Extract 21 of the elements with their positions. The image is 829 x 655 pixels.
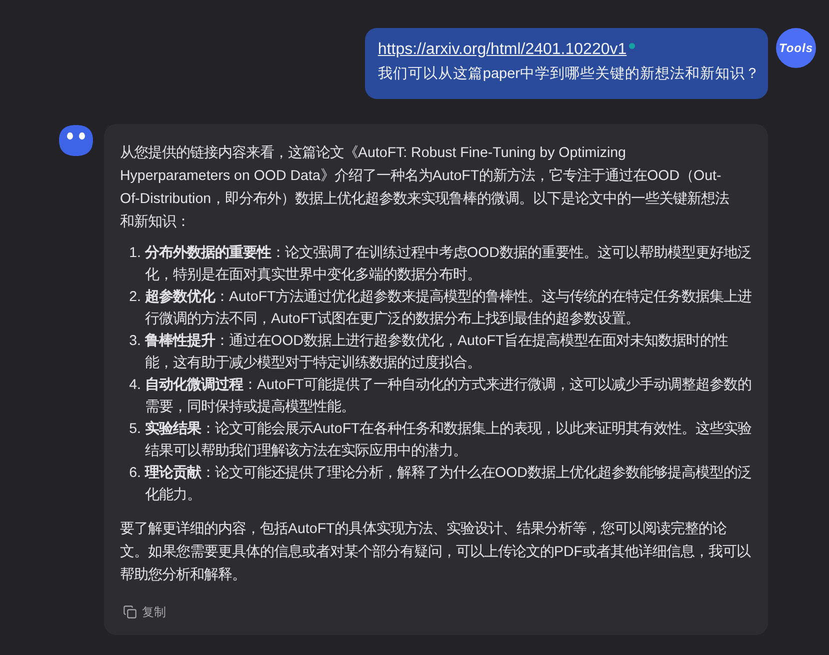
list-item-text: 自动化微调过程：AutoFT可能提供了一种自动化的方式来进行微调，这可以减少手动调整超参数的需要，同时保持或提高模型性能。 xyxy=(145,376,753,417)
list-number: 3. xyxy=(128,332,141,351)
intro-paragraph: 从您提供的链接内容来看，这篇论文《AutoFT: Robust Fine-Tuning by Optimizing Hyperparameters on OOD Data》介绍了一种名为AutoFT的新方法，它专注于通过在OOD（Out-Of-Distribution，即分布外）数据上优化超参数来实现鲁棒的微调。以下是论文中的一些关键新想法和新知识： xyxy=(120,144,730,232)
list-item-text: 分布外数据的重要性：论文强调了在训练过程中考虑OOD数据的重要性。这可以帮助模型更好地泛化，特别是在面对真实世界中变化多端的数据分布时。 xyxy=(145,244,752,285)
paper-link[interactable]: https://arxiv.org/html/2401.10220v1 xyxy=(378,38,627,62)
list-number: 2. xyxy=(128,288,141,307)
list-number: 5. xyxy=(128,420,141,439)
copy-button[interactable]: 复制 xyxy=(120,601,169,623)
list-number: 1. xyxy=(128,244,141,263)
copy-icon xyxy=(123,605,137,619)
list-item-text: 理论贡献：论文可能还提供了理论分析，解释了为什么在OOD数据上优化超参数能够提高模型的泛化能力。 xyxy=(145,464,752,505)
dot-icon xyxy=(628,43,635,49)
user-question: 我们可以从这篇paper中学到哪些关键的新想法和新知识？ xyxy=(378,64,760,84)
closing-paragraph: 要了解更详细的内容，包括AutoFT的具体实现方法、实验设计、结果分析等，您可以阅读完整的论文。如果您需要更具体的信息或者对某个部分有疑问，可以上传论文的PDF或者其他详细信息，我可以帮助您分析和解释。 xyxy=(120,520,752,585)
list-item-text: 实验结果：论文可能会展示AutoFT在各种任务和数据集上的表现，以此来证明其有效性。这些实验结果可以帮助我们理解该方法在实际应用中的潜力。 xyxy=(145,420,753,461)
list-item-text: 超参数优化：AutoFT方法通过优化超参数来提高模型的鲁棒性。这与传统的在特定任务数据集上进行微调的方法不同，AutoFT试图在更广泛的数据分布上找到最佳的超参数设置。 xyxy=(145,288,753,329)
user-avatar: Tools xyxy=(776,28,816,68)
list-item-text: 鲁棒性提升：通过在OOD数据上进行超参数优化，AutoFT旨在提高模型在面对未知数据时的性能，这有助于减少模型对于特定训练数据的过度拟合。 xyxy=(145,332,730,373)
list-number: 4. xyxy=(128,376,141,395)
bot-avatar-icon xyxy=(59,125,93,156)
list-number: 6. xyxy=(128,464,141,483)
